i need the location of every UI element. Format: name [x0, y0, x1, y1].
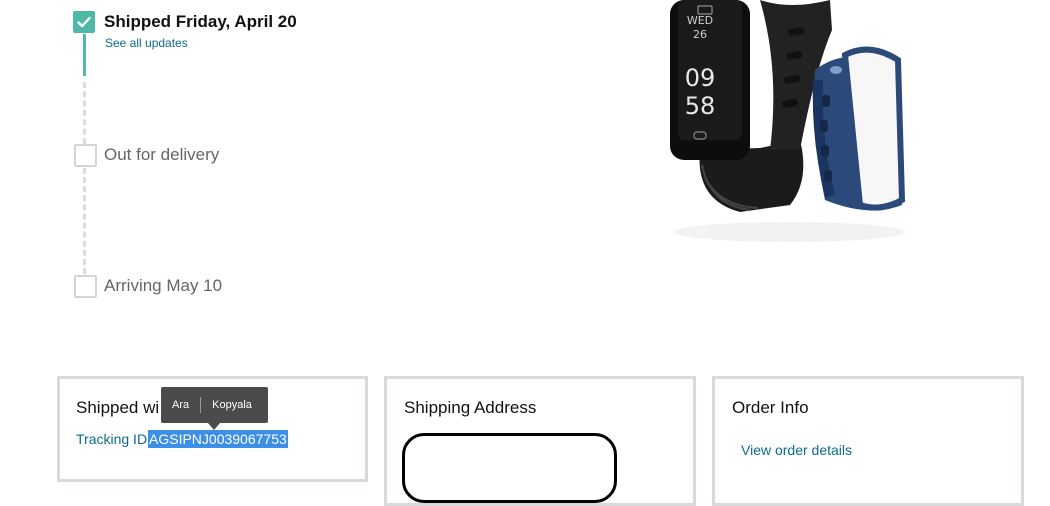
timeline-dashed-line [83, 168, 86, 274]
step-title-out-for-delivery: Out for delivery [104, 145, 220, 164]
step-pending-checkbox-icon [74, 275, 97, 298]
step-title-arriving: Arriving May 10 [104, 276, 223, 295]
step-complete-check-icon [73, 11, 95, 33]
watch-hour: 09 [685, 64, 716, 92]
popup-search-button[interactable]: Ara [161, 399, 200, 411]
product-image[interactable]: WED 26 09 58 [640, 0, 940, 250]
order-info-title: Order Info [732, 398, 809, 417]
order-info-card [712, 376, 1024, 506]
step-pending-checkbox-icon [74, 144, 97, 167]
step-title-shipped: Shipped Friday, April 20 [104, 12, 297, 31]
see-all-updates-link[interactable]: See all updates [105, 36, 188, 50]
popup-pointer-arrow [208, 423, 220, 430]
watch-minute: 58 [685, 92, 716, 120]
text-selection-popup: Ara Kopyala [161, 387, 268, 423]
watch-day: WED [687, 14, 713, 27]
watch-date: 26 [693, 28, 707, 41]
tracking-id-value-selected[interactable]: AGSIPNJ0039067753 [148, 430, 288, 448]
tracking-id-label: Tracking ID [76, 431, 148, 447]
popup-copy-button[interactable]: Kopyala [201, 399, 263, 411]
shipping-address-title: Shipping Address [404, 398, 537, 417]
redacted-address-box [402, 433, 617, 503]
shipped-with-title: Shipped wi [76, 398, 160, 417]
timeline-dashed-line [83, 82, 86, 144]
view-order-details-link[interactable]: View order details [741, 442, 852, 458]
timeline-progress-line [83, 34, 86, 76]
